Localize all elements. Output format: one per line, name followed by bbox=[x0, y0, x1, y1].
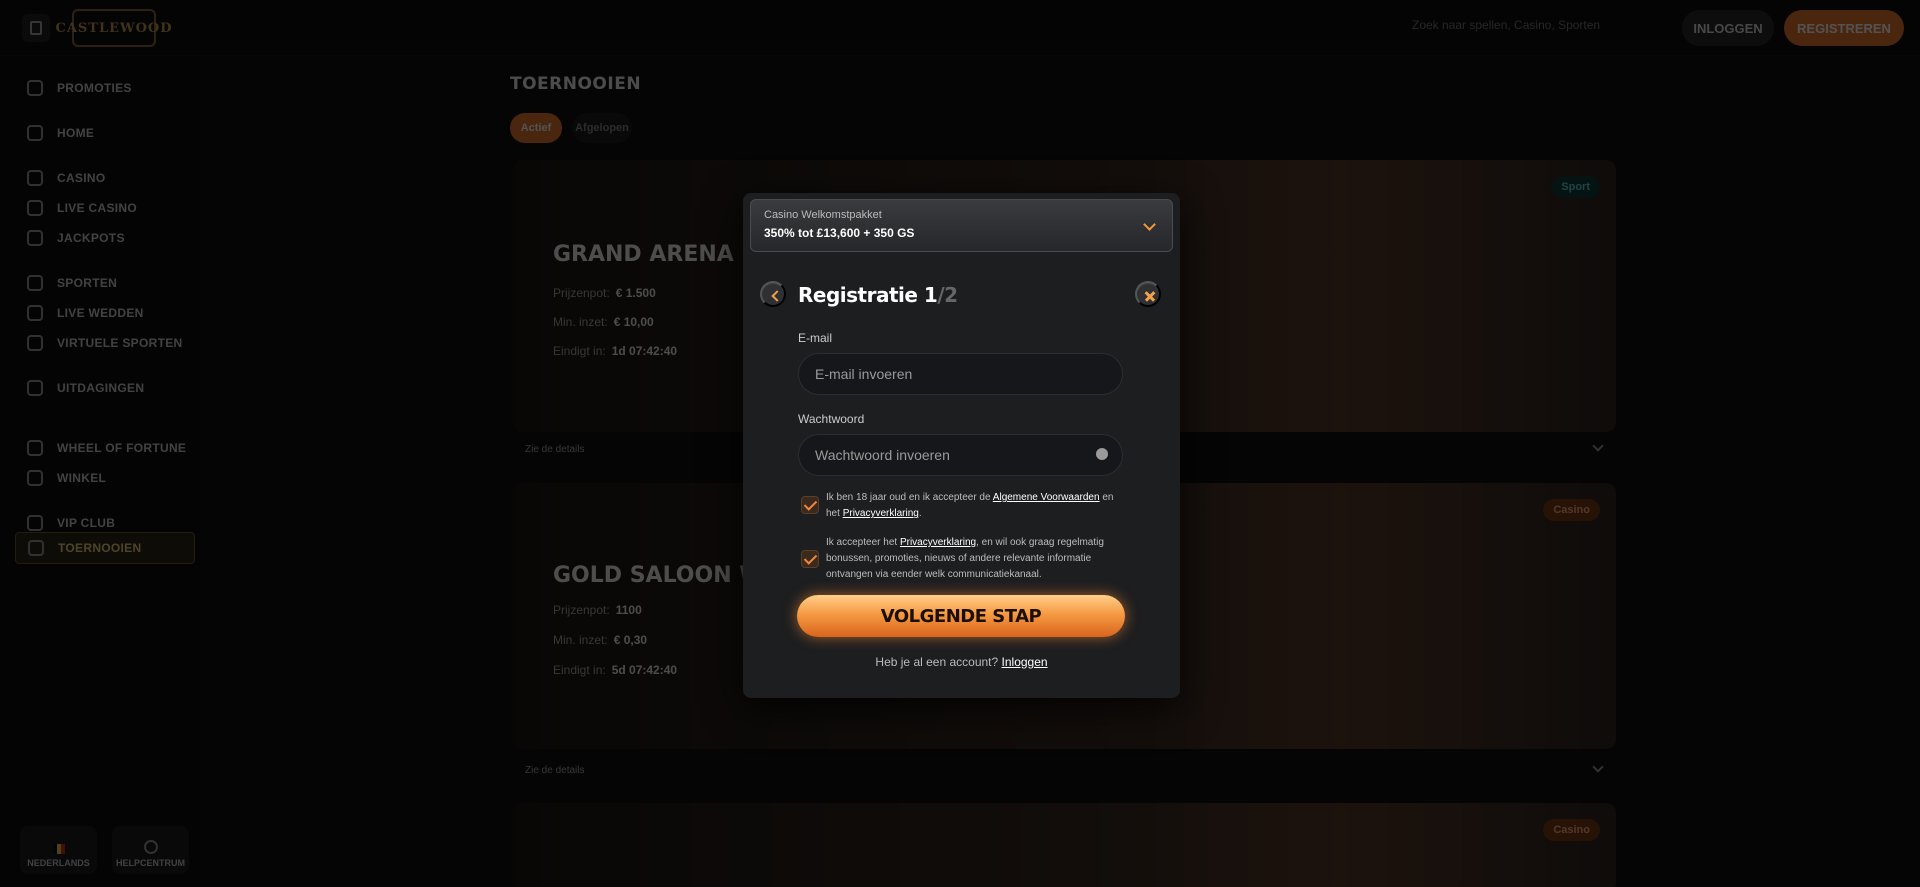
language-label: NEDERLANDS bbox=[27, 858, 90, 868]
card-prize-row: Prijzenpot: € 1.500 bbox=[553, 286, 656, 300]
trophy-icon bbox=[28, 540, 44, 556]
home-icon bbox=[27, 125, 43, 141]
sidebar-item-virtuele-sporten[interactable]: VIRTUELE SPORTEN bbox=[15, 327, 195, 359]
close-button[interactable] bbox=[1135, 281, 1161, 307]
challenges-icon bbox=[27, 380, 43, 396]
sidebar-item-label: LIVE CASINO bbox=[57, 201, 137, 215]
help-center-button[interactable]: HELPCENTRUM bbox=[112, 826, 189, 874]
terms-checkbox[interactable] bbox=[801, 496, 819, 514]
panel-icon bbox=[30, 21, 42, 35]
sidebar-item-label: SPORTEN bbox=[57, 276, 118, 290]
sidebar-item-label: WINKEL bbox=[57, 471, 107, 485]
diamond-icon bbox=[27, 515, 43, 531]
sidebar-item-label: HOME bbox=[57, 126, 95, 140]
shop-icon bbox=[27, 470, 43, 486]
top-bar: CASTLEWOOD Zoek naar spellen, Casino, Sp… bbox=[0, 0, 1920, 56]
modal-title: Registratie 1/2 bbox=[798, 283, 958, 307]
promo-value: 350% tot £13,600 + 350 GS bbox=[764, 226, 915, 240]
promo-label: Casino Welkomstpakket bbox=[764, 209, 882, 221]
sidebar-item-live-casino[interactable]: LIVE CASINO bbox=[15, 192, 195, 224]
sidebar-item-vip-club[interactable]: VIP CLUB bbox=[15, 507, 195, 539]
tournament-card[interactable]: Casino bbox=[513, 803, 1616, 887]
details-toggle[interactable]: Zie de details bbox=[513, 755, 1616, 785]
sidebar: PROMOTIES HOME CASINO LIVE CASINO JACKPO… bbox=[0, 56, 200, 887]
language-button[interactable]: NEDERLANDS bbox=[20, 826, 97, 874]
chevron-down-icon bbox=[1592, 761, 1604, 773]
sidebar-item-sporten[interactable]: SPORTEN bbox=[15, 267, 195, 299]
next-step-button[interactable]: VOLGENDE STAP bbox=[797, 595, 1125, 637]
page-title: TOERNOOIEN bbox=[510, 74, 642, 94]
live-casino-icon bbox=[27, 200, 43, 216]
sidebar-item-live-wedden[interactable]: LIVE WEDDEN bbox=[15, 297, 195, 329]
marketing-checkbox[interactable] bbox=[801, 550, 819, 568]
help-label: HELPCENTRUM bbox=[116, 858, 185, 868]
register-button[interactable]: REGISTREREN bbox=[1784, 10, 1904, 46]
sidebar-item-home[interactable]: HOME bbox=[15, 117, 195, 149]
sidebar-item-label: TOERNOOIEN bbox=[58, 541, 142, 555]
sidebar-item-promoties[interactable]: PROMOTIES bbox=[15, 72, 195, 104]
card-min-bet-row: Min. inzet: € 10,00 bbox=[553, 315, 654, 329]
card-artwork bbox=[513, 803, 1616, 887]
sidebar-item-uitdagingen[interactable]: UITDAGINGEN bbox=[15, 372, 195, 404]
password-field[interactable] bbox=[798, 434, 1123, 476]
sidebar-item-label: VIRTUELE SPORTEN bbox=[57, 336, 183, 350]
sports-icon bbox=[27, 275, 43, 291]
status-badge: Casino bbox=[1543, 499, 1600, 521]
logo[interactable]: CASTLEWOOD bbox=[55, 9, 172, 47]
toggle-visibility-icon[interactable] bbox=[1096, 448, 1108, 460]
card-ends-row: Eindigt in: 1d 07:42:40 bbox=[553, 344, 678, 358]
terms-consent-text: Ik ben 18 jaar oud en ik accepteer de Al… bbox=[826, 492, 1114, 519]
sidebar-item-label: WHEEL OF FORTUNE bbox=[57, 441, 187, 455]
welcome-package-select[interactable]: Casino Welkomstpakket 350% tot £13,600 +… bbox=[750, 199, 1173, 252]
status-badge: Casino bbox=[1543, 819, 1600, 841]
marketing-consent-text: Ik accepteer het Privacyverklaring, en w… bbox=[826, 537, 1104, 580]
wheel-icon bbox=[27, 440, 43, 456]
card-prize-row: Prijzenpot: 1100 bbox=[553, 603, 642, 617]
jackpot-icon bbox=[27, 230, 43, 246]
terms-link[interactable]: Algemene Voorwaarden bbox=[993, 492, 1100, 503]
password-label: Wachtwoord bbox=[798, 412, 865, 426]
login-button[interactable]: INLOGGEN bbox=[1682, 10, 1774, 46]
sidebar-item-casino[interactable]: CASINO bbox=[15, 162, 195, 194]
card-ends-row: Eindigt in: 5d 07:42:40 bbox=[553, 663, 678, 677]
email-field[interactable] bbox=[798, 353, 1123, 395]
sidebar-item-label: LIVE WEDDEN bbox=[57, 306, 144, 320]
sidebar-item-label: CASINO bbox=[57, 171, 106, 185]
virtual-sports-icon bbox=[27, 335, 43, 351]
privacy-link[interactable]: Privacyverklaring bbox=[900, 537, 976, 548]
sidebar-item-label: UITDAGINGEN bbox=[57, 381, 145, 395]
sidebar-item-wheel-of-fortune[interactable]: WHEEL OF FORTUNE bbox=[15, 432, 195, 464]
live-betting-icon bbox=[27, 305, 43, 321]
sidebar-item-label: JACKPOTS bbox=[57, 231, 125, 245]
login-link[interactable]: Inloggen bbox=[1002, 655, 1048, 669]
belgium-flag-icon bbox=[52, 844, 65, 854]
card-min-bet-row: Min. inzet: € 0,30 bbox=[553, 633, 648, 647]
sidebar-item-jackpots[interactable]: JACKPOTS bbox=[15, 222, 195, 254]
privacy-link[interactable]: Privacyverklaring bbox=[843, 508, 919, 519]
sidebar-item-label: VIP CLUB bbox=[57, 516, 116, 530]
status-badge: Sport bbox=[1551, 176, 1600, 198]
back-button[interactable] bbox=[760, 281, 786, 307]
card-title: GRAND ARENA bbox=[553, 242, 734, 267]
filter-ended-tab[interactable]: Afgelopen bbox=[572, 113, 632, 143]
gift-icon bbox=[27, 80, 43, 96]
email-label: E-mail bbox=[798, 331, 833, 345]
registration-modal: Casino Welkomstpakket 350% tot £13,600 +… bbox=[743, 193, 1180, 698]
login-prompt: Heb je al een account? Inloggen bbox=[875, 655, 1048, 669]
search-bar[interactable]: Zoek naar spellen, Casino, Sporten bbox=[1412, 18, 1600, 32]
sidebar-toggle-button[interactable] bbox=[22, 14, 50, 42]
help-icon bbox=[143, 840, 158, 854]
sidebar-item-winkel[interactable]: WINKEL bbox=[15, 462, 195, 494]
casino-icon bbox=[27, 170, 43, 186]
filter-active-tab[interactable]: Actief bbox=[510, 113, 562, 143]
chevron-down-icon bbox=[1592, 440, 1604, 452]
sidebar-item-label: PROMOTIES bbox=[57, 81, 132, 95]
